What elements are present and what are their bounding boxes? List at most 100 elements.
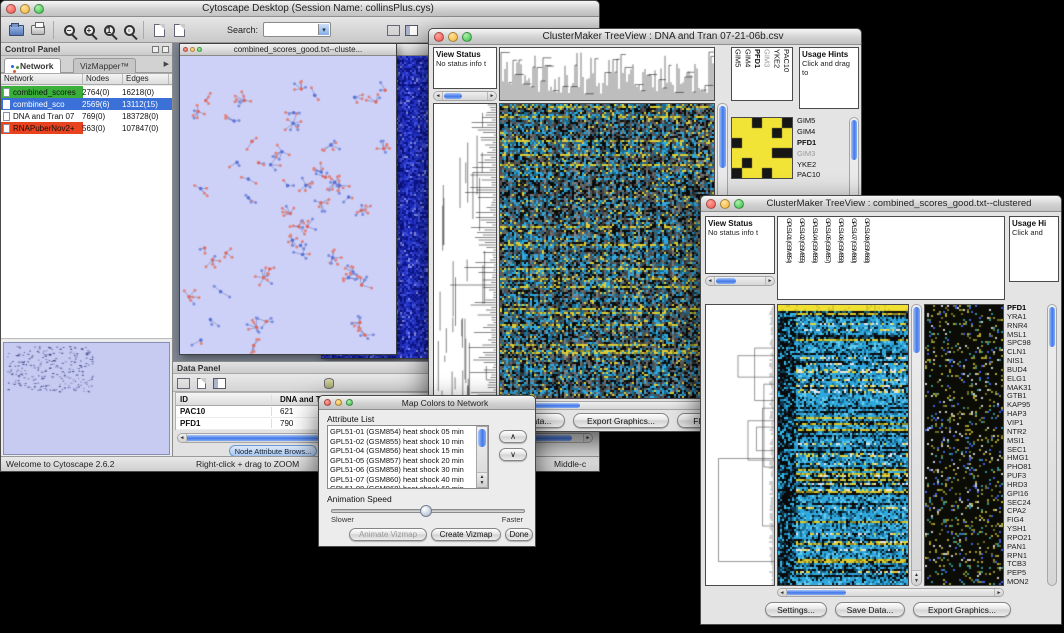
slider-thumb[interactable] (420, 505, 432, 517)
tv2-row-dendrogram-canvas[interactable] (706, 305, 774, 585)
attribute-item[interactable]: GPL51-05 (GSM857) heat shock 20 min (330, 456, 475, 466)
zoom-button[interactable] (462, 32, 472, 42)
move-up-button[interactable]: ∧ (499, 430, 527, 443)
column-id[interactable]: ID (176, 395, 272, 404)
scroll-right-icon[interactable]: ► (583, 434, 592, 442)
export-graphics-button[interactable]: Export Graphics... (573, 413, 669, 428)
gene-label[interactable]: HMG1 (1007, 454, 1045, 462)
scrollbar-thumb[interactable] (786, 590, 846, 595)
zoom-heatmap-view[interactable] (924, 304, 1004, 586)
network-row[interactable]: DNA and Tran 07 769(0) 183728(0) (1, 110, 172, 122)
gene-label[interactable]: MSL1 (1007, 331, 1045, 339)
gene-label[interactable]: SEC24 (1007, 499, 1045, 507)
scroll-left-icon[interactable]: ◄ (434, 92, 443, 100)
close-button[interactable] (706, 199, 716, 209)
gene-label[interactable]: GPI16 (1007, 490, 1045, 498)
list-vscrollbar[interactable]: ▲▼ (476, 426, 488, 488)
zoom-in-icon[interactable]: + (79, 20, 99, 40)
gene-label[interactable]: RNR4 (1007, 322, 1045, 330)
gene-label[interactable]: BUD4 (1007, 366, 1045, 374)
zoom-button[interactable] (346, 399, 353, 406)
settings-button[interactable]: Settings... (765, 602, 827, 617)
column-label[interactable]: GPL51-08 (GSM868) (857, 218, 870, 298)
chevron-down-icon[interactable]: ▾ (318, 24, 329, 35)
network-overview-panel[interactable] (3, 342, 170, 455)
main-titlebar[interactable]: Cytoscape Desktop (Session Name: collins… (1, 1, 599, 17)
attribute-item[interactable]: GPL51-08 (GSM868) heat shock 60 min (330, 484, 475, 488)
heatmap-view[interactable] (499, 103, 715, 399)
scroll-down-icon[interactable]: ▼ (480, 480, 485, 486)
animate-vizmap-button[interactable]: Animate Vizmap (349, 528, 427, 541)
gene-label[interactable]: CPA2 (1007, 507, 1045, 515)
open-folder-icon[interactable] (6, 20, 26, 40)
window-controls[interactable] (6, 4, 44, 14)
zoom-out-icon[interactable]: − (59, 20, 79, 40)
import-table-icon[interactable] (149, 20, 169, 40)
gene-label[interactable]: PEP5 (1007, 569, 1045, 577)
column-label[interactable]: PFD1 (752, 49, 762, 99)
zoom-button[interactable] (34, 4, 44, 14)
attribute-db-icon[interactable] (321, 376, 337, 390)
close-button[interactable] (324, 399, 331, 406)
gene-label[interactable]: MAK31 (1007, 384, 1045, 392)
network-row[interactable]: combined_sco 2569(6) 13112(15) (1, 98, 172, 110)
zoom-fit-icon[interactable]: ▫ (119, 20, 139, 40)
view-status-scrollbar[interactable]: ◄ ► (705, 276, 775, 286)
tv1-heatmap-canvas[interactable] (500, 104, 714, 398)
scrollbar-thumb[interactable] (851, 120, 857, 160)
attribute-item[interactable]: GPL51-01 (GSM854) heat shock 05 min (330, 427, 475, 437)
attribute-item[interactable]: GPL51-07 (GSM860) heat shock 40 min (330, 475, 475, 485)
gene-label[interactable]: KAP95 (1007, 401, 1045, 409)
column-dendrogram[interactable] (499, 47, 715, 101)
gene-label[interactable]: PAN1 (1007, 543, 1045, 551)
row-label[interactable]: PAC10 (797, 171, 839, 179)
network-canvas[interactable] (180, 56, 396, 354)
column-label[interactable]: GPL51-02 (GSM855) (792, 218, 805, 298)
network-row[interactable]: RNAPuberNov2+ 563(0) 107847(0) (1, 122, 172, 134)
create-attribute-icon[interactable] (193, 376, 209, 390)
close-button[interactable] (434, 32, 444, 42)
treeview-dna-titlebar[interactable]: ClusterMaker TreeView : DNA and Tran 07-… (429, 29, 861, 45)
network-view-titlebar[interactable]: combined_scores_good.txt--cluste... (180, 44, 396, 56)
row-label[interactable]: GIM5 (797, 117, 839, 125)
attribute-item[interactable]: GPL51-06 (GSM858) heat shock 30 min (330, 465, 475, 475)
export-graphics-button[interactable]: Export Graphics... (913, 602, 1011, 617)
column-label[interactable]: GPL51-07 (GSM860) (844, 218, 857, 298)
gene-label[interactable]: GTB1 (1007, 392, 1045, 400)
tv2-zoom-canvas[interactable] (925, 305, 1003, 585)
tv2-heatmap-canvas[interactable] (778, 305, 908, 585)
column-nodes[interactable]: Nodes (83, 74, 123, 84)
gene-label[interactable]: FIG4 (1007, 516, 1045, 524)
save-data-button[interactable]: Save Data... (835, 602, 905, 617)
dialog-titlebar[interactable]: Map Colors to Network (319, 396, 535, 410)
scrollbar-thumb[interactable] (716, 278, 736, 284)
print-icon[interactable] (28, 20, 48, 40)
tab-network[interactable]: Network (4, 58, 61, 73)
tab-overflow-icon[interactable]: ▶ (164, 60, 169, 68)
column-label[interactable]: GIM5 (733, 49, 743, 99)
float-panel-icon[interactable] (152, 46, 159, 53)
gene-label[interactable]: PUF3 (1007, 472, 1045, 480)
row-label[interactable]: GIM4 (797, 128, 839, 136)
gene-label[interactable]: SEC1 (1007, 446, 1045, 454)
column-label[interactable]: YKE2 (772, 49, 782, 99)
minimize-button[interactable] (335, 399, 342, 406)
scrollbar-thumb[interactable] (444, 93, 462, 99)
select-attributes-icon[interactable] (175, 376, 191, 390)
view-status-scrollbar[interactable]: ◄ ► (433, 91, 497, 101)
gene-label[interactable]: CLN1 (1007, 348, 1045, 356)
attribute-listbox[interactable]: GPL51-01 (GSM854) heat shock 05 min GPL51… (327, 425, 489, 489)
gene-label[interactable]: ELG1 (1007, 375, 1045, 383)
gene-label[interactable]: SPC98 (1007, 339, 1045, 347)
zoom-actual-icon[interactable]: 1 (99, 20, 119, 40)
scroll-right-icon[interactable]: ► (765, 277, 774, 285)
gene-label[interactable]: HRD3 (1007, 481, 1045, 489)
gene-label[interactable]: YRA1 (1007, 313, 1045, 321)
scroll-right-icon[interactable]: ► (994, 589, 1003, 596)
scrollbar-thumb[interactable] (478, 429, 486, 447)
close-button[interactable] (183, 47, 188, 52)
scrollbar-thumb[interactable] (913, 307, 920, 353)
column-edges[interactable]: Edges (123, 74, 169, 84)
column-label[interactable]: GPL51-05 (GSM857) (818, 218, 831, 298)
gene-label[interactable]: MON2 (1007, 578, 1045, 586)
